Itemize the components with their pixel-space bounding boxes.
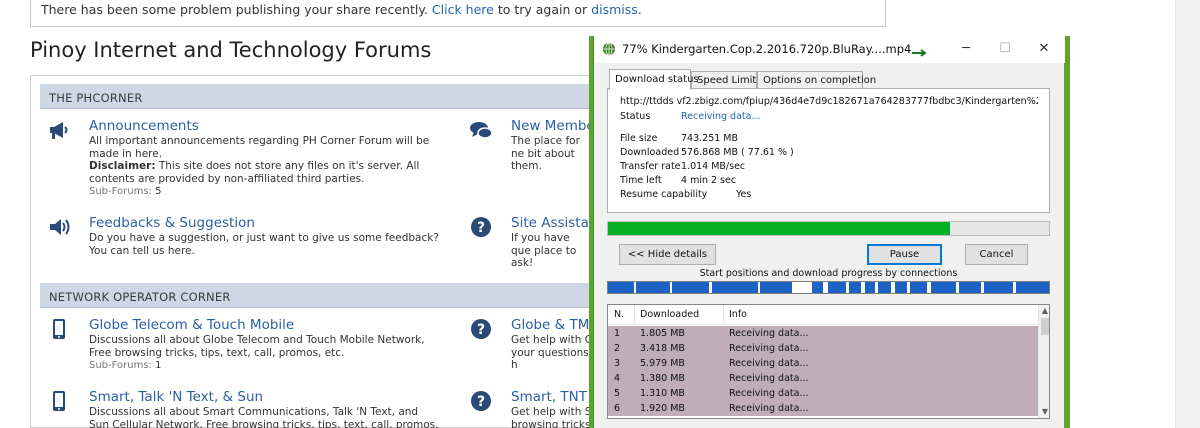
connections-caption: Start positions and download progress by…	[699, 268, 958, 279]
dismiss-link[interactable]: dismiss	[591, 2, 638, 17]
mobile-phone-icon	[53, 391, 65, 411]
list-rows: 1 1.805 MB Receiving data... 2 3.418 MB …	[608, 326, 1038, 416]
conn-gap	[927, 282, 931, 293]
list-item[interactable]: 3 5.979 MB Receiving data...	[608, 356, 1038, 371]
column-separator	[723, 305, 724, 325]
forum-desc: Do you have a suggestion, or just want t…	[89, 232, 439, 257]
question-circle-icon: ?	[471, 319, 491, 339]
click-here-link[interactable]: Click here	[432, 2, 494, 17]
forum-desc: Discussions all about Globe Telecom and …	[89, 334, 425, 359]
status-value: Receiving data...	[681, 111, 761, 122]
minimize-button[interactable]: ─	[952, 40, 980, 58]
conn-gap	[981, 282, 984, 293]
tab-speed-limiter[interactable]: Speed Limiter	[691, 71, 767, 89]
list-item[interactable]: 4 1.380 MB Receiving data...	[608, 371, 1038, 386]
connections-progress-bar	[607, 281, 1050, 294]
list-item[interactable]: 5 1.310 MB Receiving data...	[608, 386, 1038, 401]
forum-desc: Get help with Gl your questions h	[511, 334, 596, 371]
forum-desc: If you have que place to ask!	[511, 232, 577, 269]
svg-text:?: ?	[477, 322, 485, 338]
tab-options-on-completion[interactable]: Options on completion	[757, 71, 876, 89]
disclaimer-label: Disclaimer:	[89, 160, 156, 172]
mobile-phone-icon	[53, 319, 65, 339]
forum-title-feedbacks[interactable]: Feedbacks & Suggestion	[89, 215, 439, 231]
connections-list[interactable]: N. Downloaded Info 1 1.805 MB Receiving …	[607, 304, 1050, 419]
sub-forums-count: Sub-Forums: 5	[89, 186, 162, 197]
forum-desc: The place for ne bit about them.	[511, 135, 580, 172]
share-error-notice: There has been some problem publishing y…	[30, 0, 886, 27]
download-url: http://ttdds vf2.zbigz.com/fpiup/436d4e7…	[620, 96, 1038, 107]
tab-download-status[interactable]: Download status	[609, 69, 699, 90]
hide-details-button[interactable]: << Hide details	[619, 244, 716, 265]
maximize-button[interactable]: ☐	[991, 40, 1019, 58]
scroll-up-icon[interactable]: ▲	[1039, 305, 1049, 317]
list-item[interactable]: 6 1.920 MB Receiving data...	[608, 401, 1038, 416]
conn-gap	[823, 282, 828, 293]
page-title: Pinoy Internet and Technology Forums	[30, 38, 432, 62]
conn-gap	[891, 282, 895, 293]
question-circle-icon: ?	[471, 391, 491, 411]
forum-title-announcements[interactable]: Announcements	[89, 118, 439, 134]
list-scrollbar[interactable]: ▲ ▼	[1038, 305, 1049, 418]
col-header-n[interactable]: N.	[614, 309, 624, 320]
conn-gap	[907, 282, 910, 293]
forum-title-globe[interactable]: Globe Telecom & Touch Mobile	[89, 317, 439, 333]
page-scrollbar-gutter[interactable]	[1175, 0, 1200, 428]
arrow-right-icon	[912, 49, 927, 57]
column-separator	[634, 305, 635, 325]
list-item[interactable]: 1 1.805 MB Receiving data...	[608, 326, 1038, 341]
scroll-down-icon[interactable]: ▼	[1039, 406, 1049, 418]
scrollbar-thumb[interactable]	[1041, 318, 1049, 335]
megaphone-icon	[50, 122, 68, 139]
chat-bubbles-icon	[470, 122, 493, 139]
notice-text: There has been some problem publishing y…	[41, 2, 428, 17]
conn-gap	[1013, 282, 1016, 293]
question-circle-icon: ?	[471, 217, 491, 237]
conn-gap	[792, 282, 812, 293]
download-dialog-frame: 77% Kindergarten.Cop.2.2016.720p.BluRay.…	[589, 36, 1070, 428]
speaker-icon	[50, 219, 70, 235]
cancel-button[interactable]: Cancel	[965, 244, 1028, 265]
list-header: N. Downloaded Info	[608, 305, 1038, 325]
conn-gap	[846, 282, 849, 293]
notice-text-end: .	[637, 2, 642, 17]
download-status-panel: http://ttdds vf2.zbigz.com/fpiup/436d4e7…	[607, 88, 1050, 213]
pause-button[interactable]: Pause	[867, 244, 942, 265]
conn-gap	[670, 282, 672, 293]
conn-gap	[861, 282, 865, 293]
svg-text:?: ?	[477, 220, 485, 236]
forum-title-smart[interactable]: Smart, Talk 'N Text, & Sun	[89, 389, 439, 405]
download-progress-bar	[607, 221, 1050, 236]
close-button[interactable]: ✕	[1030, 40, 1058, 58]
conn-gap	[709, 282, 712, 293]
idm-globe-icon	[603, 42, 615, 56]
list-item[interactable]: 2 3.418 MB Receiving data...	[608, 341, 1038, 356]
sub-forums-count: Sub-Forums: 1	[89, 360, 162, 371]
conn-gap	[875, 282, 878, 293]
conn-gap	[956, 282, 959, 293]
notice-text-mid: to try again or	[497, 2, 588, 17]
forum-desc: Discussions all about Smart Communicatio…	[89, 406, 439, 428]
download-dialog: 77% Kindergarten.Cop.2.2016.720p.BluRay.…	[593, 36, 1065, 428]
forum-desc: Get help with Sr browsing tricks	[511, 406, 596, 428]
dialog-title: 77% Kindergarten.Cop.2.2016.720p.BluRay.…	[622, 42, 912, 56]
dialog-titlebar[interactable]: 77% Kindergarten.Cop.2.2016.720p.BluRay.…	[594, 36, 1065, 63]
col-header-info[interactable]: Info	[729, 309, 747, 320]
progress-fill	[608, 222, 951, 235]
conn-gap	[634, 282, 636, 293]
col-header-downloaded[interactable]: Downloaded	[640, 309, 699, 320]
conn-gap	[758, 282, 760, 293]
forum-desc: All important announcements regarding PH…	[89, 135, 430, 185]
svg-text:?: ?	[477, 394, 485, 410]
